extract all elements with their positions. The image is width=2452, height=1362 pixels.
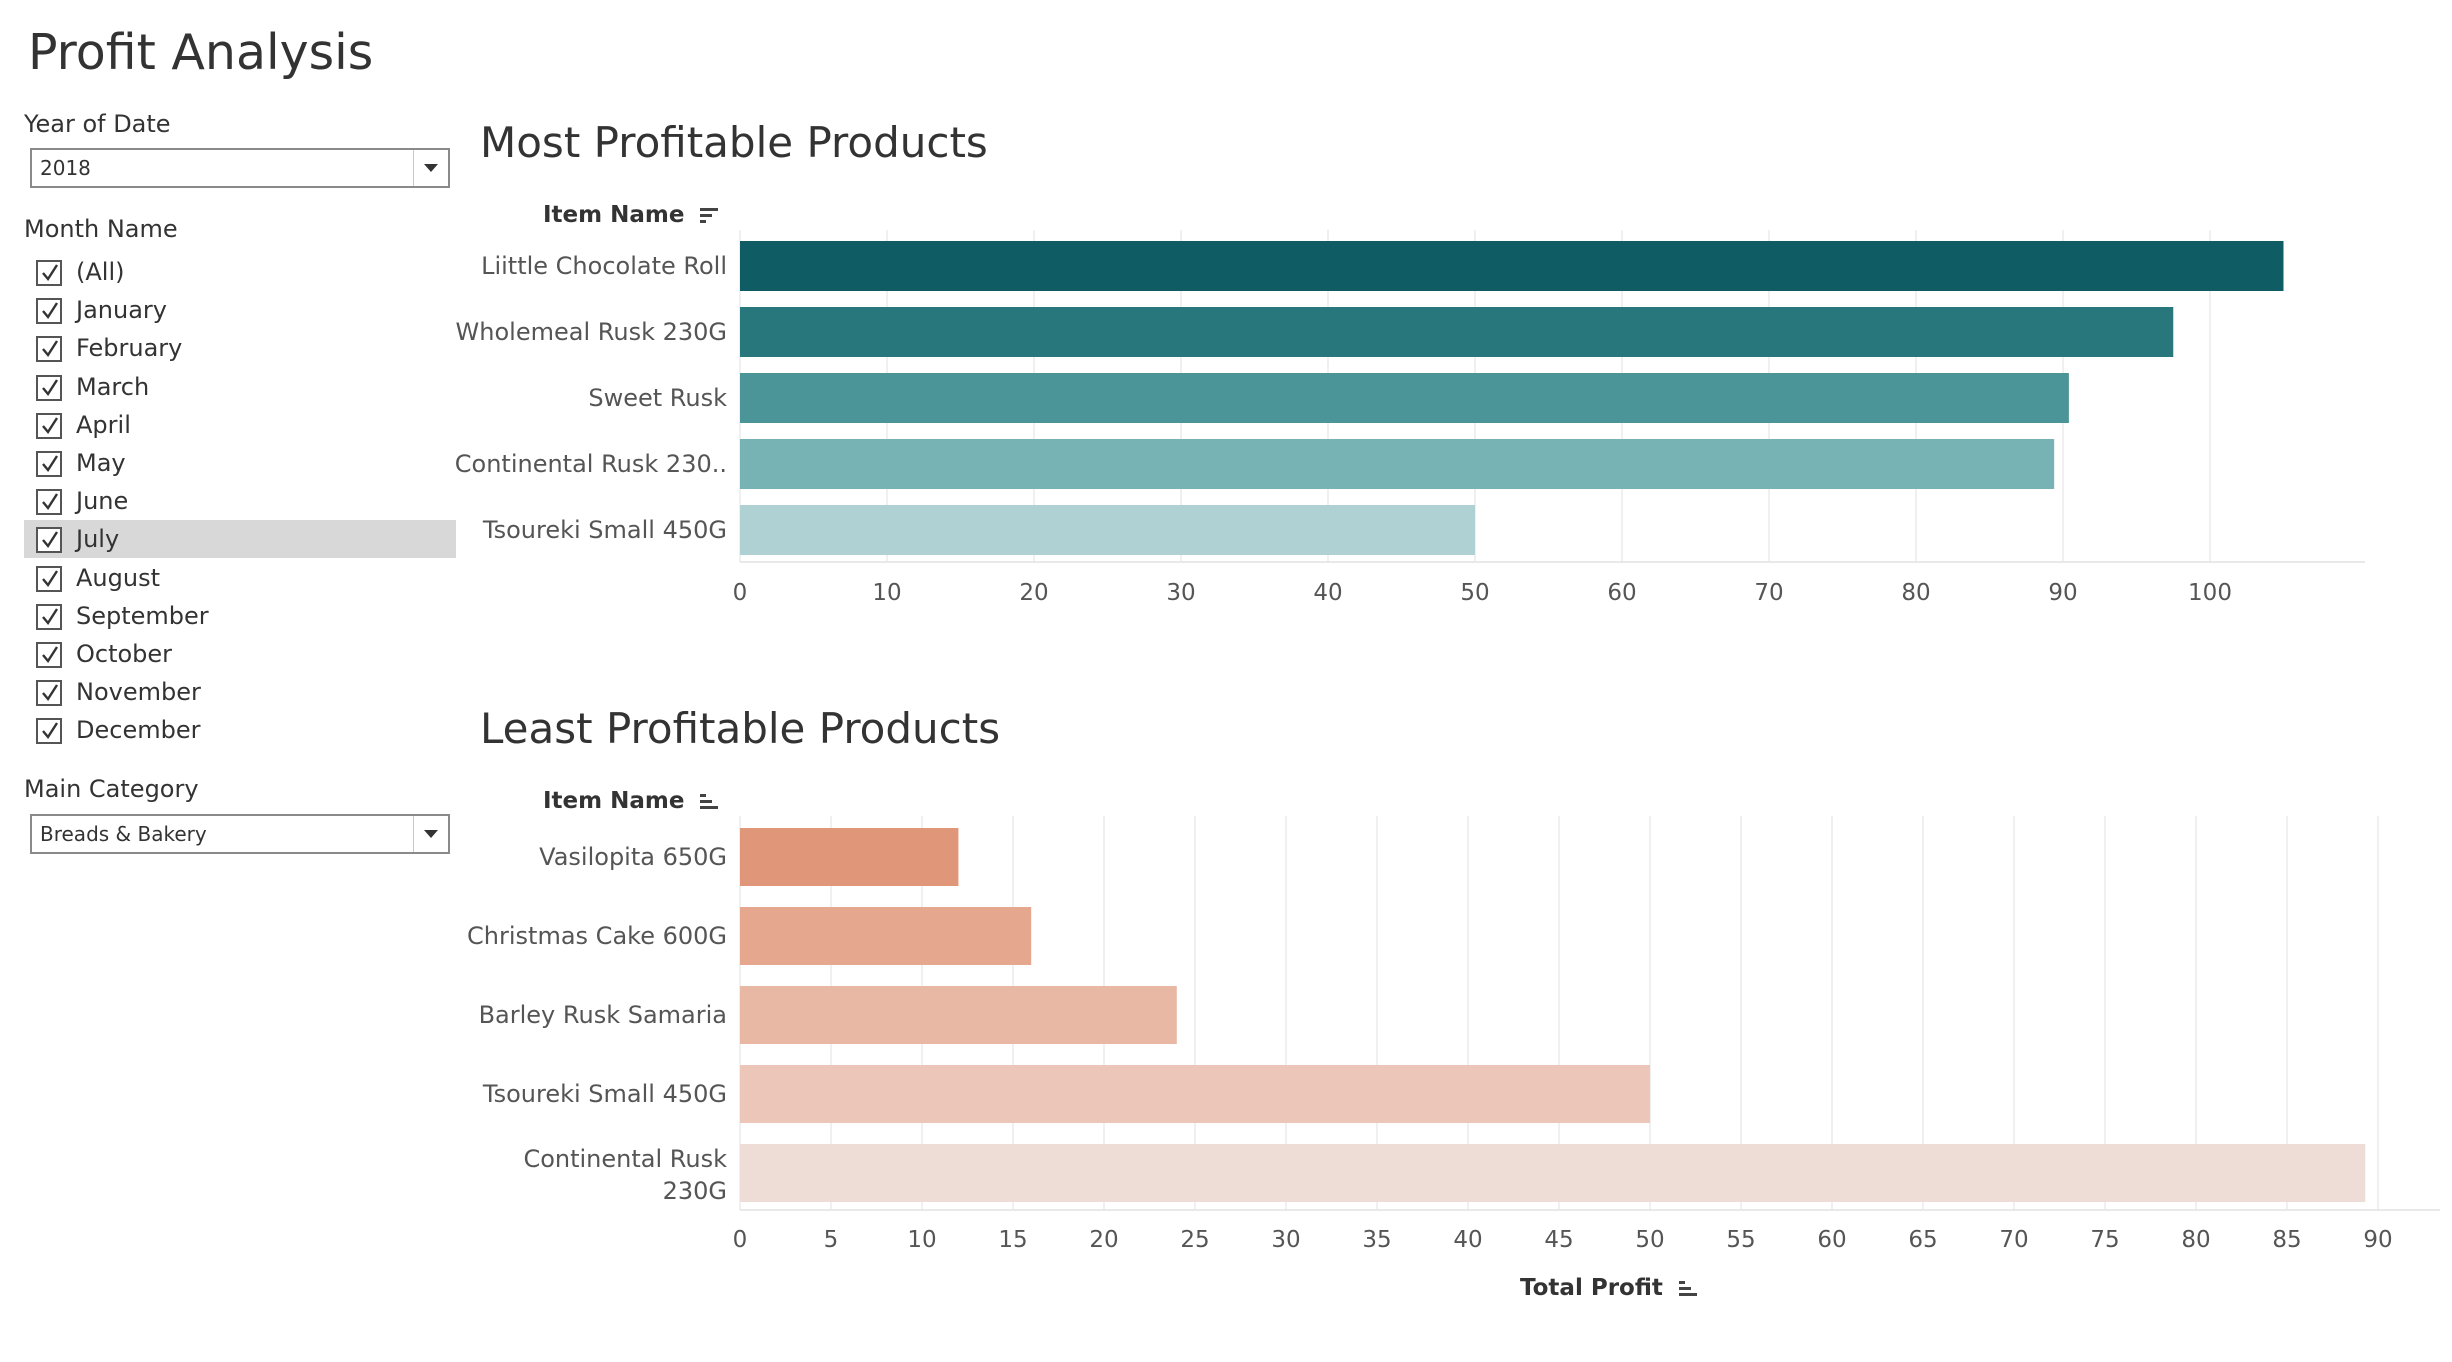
x-tick-label: 55 [1726, 1227, 1755, 1253]
x-tick-label: 90 [2363, 1227, 2392, 1253]
x-tick-label: 60 [1817, 1227, 1846, 1253]
x-tick-label: 40 [1453, 1227, 1482, 1253]
least-profitable-chart: Vasilopita 650G Christmas Cake 600G Barley… [467, 816, 2440, 1253]
x-tick-label: 15 [998, 1227, 1027, 1253]
x-axis-title: Total Profit [1520, 1275, 1663, 1301]
category-label: Continental Rusk [523, 1145, 727, 1173]
category-label: Christmas Cake 600G [467, 922, 727, 950]
x-tick-label: 30 [1271, 1227, 1300, 1253]
category-label: Barley Rusk Samaria [479, 1001, 727, 1029]
category-label: Tsoureki Small 450G [482, 1080, 727, 1108]
total-profit-axis-title[interactable]: Total Profit [1520, 1275, 1699, 1301]
x-tick-label: 80 [2181, 1227, 2210, 1253]
bar[interactable] [740, 1065, 1650, 1123]
bar[interactable] [740, 1144, 2366, 1202]
bar[interactable] [740, 986, 1177, 1044]
bar[interactable] [740, 828, 959, 886]
category-label: Vasilopita 650G [539, 843, 727, 871]
x-tick-label: 65 [1908, 1227, 1937, 1253]
x-tick-label: 85 [2272, 1227, 2301, 1253]
x-tick-label: 75 [2090, 1227, 2119, 1253]
x-tick-label: 70 [1999, 1227, 2028, 1253]
sort-ascending-icon[interactable] [1678, 1279, 1699, 1299]
x-tick-label: 50 [1635, 1227, 1664, 1253]
x-tick-label: 10 [907, 1227, 936, 1253]
x-tick-label: 0 [733, 1227, 748, 1253]
x-tick-label: 45 [1544, 1227, 1573, 1253]
category-label: 230G [663, 1177, 727, 1205]
x-tick-label: 35 [1362, 1227, 1391, 1253]
x-tick-label: 20 [1089, 1227, 1118, 1253]
x-tick-label: 5 [824, 1227, 839, 1253]
bar[interactable] [740, 907, 1032, 965]
x-tick-label: 25 [1180, 1227, 1209, 1253]
